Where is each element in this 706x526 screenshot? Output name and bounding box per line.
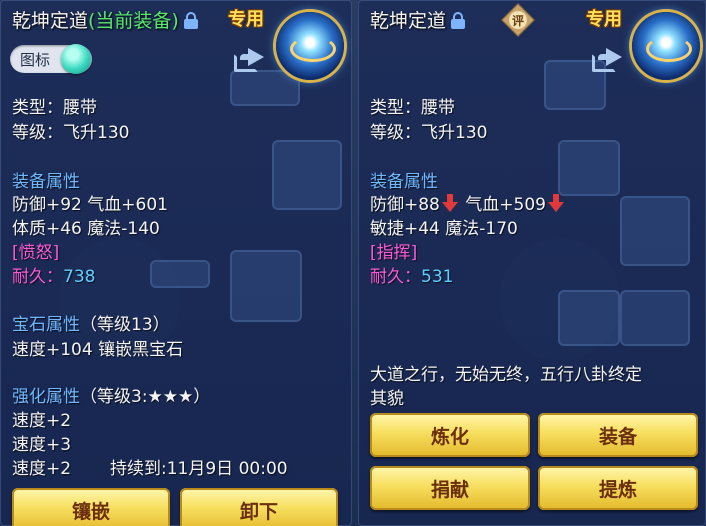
background-slot [150,260,210,288]
durability-label: 耐久： [370,267,421,287]
equip-attr-line: 防御+88 气血+509 [370,190,566,215]
durability-label: 耐久： [12,267,63,287]
icon-toggle[interactable]: 图标 [10,44,92,74]
equip-button[interactable]: 装备 [538,413,698,457]
background-slot [558,290,620,346]
attr-defense: 防御+88 [370,195,440,215]
equip-attr-header: 装备属性 [370,172,438,192]
current-equipment-tooltip: 乾坤定道 (当前装备) 专用 图标 类型：腰带 等级：飞升130 装备属性 防御… [0,0,352,526]
donate-button[interactable]: 捐献 [370,466,530,510]
attr-hp: 气血+509 [465,195,546,215]
belt-item-icon [632,12,700,80]
gem-attr-header: 宝石属性（等级13） [12,310,170,335]
exclusive-badge: 专用 [228,9,264,30]
inlay-button[interactable]: 镶嵌 [12,488,170,526]
item-type: 类型：腰带 [370,98,455,118]
gem-attr-line: 速度+104 镶嵌黑宝石 [12,340,184,360]
enhance-line: 速度+3 [12,435,72,455]
background-slot [620,290,690,346]
background-slot [620,196,690,266]
durability: 耐久：738 [12,262,95,287]
description-line: 其貌 [370,389,404,409]
refine-button[interactable]: 炼化 [370,413,530,457]
enhance-line: 速度+2 [12,411,72,431]
item-name: 乾坤定道 [370,10,447,32]
lock-icon[interactable] [450,11,466,29]
item-type: 类型：腰带 [12,98,97,118]
share-icon[interactable] [592,46,622,72]
rate-icon[interactable]: 评 [501,3,535,37]
enhance-duration: 持续到:11月9日 00:00 [110,459,288,479]
enhance-header: 强化属性 [12,387,80,407]
durability: 耐久：531 [370,262,453,287]
equip-attr-line: 防御+92 气血+601 [12,195,168,215]
item-name: 乾坤定道 [12,10,89,32]
durability-value: 531 [421,267,454,287]
background-slot [230,70,300,106]
background-slot [272,140,342,210]
extract-button[interactable]: 提炼 [538,466,698,510]
lock-icon[interactable] [183,11,199,29]
unequip-button[interactable]: 卸下 [180,488,338,526]
enhance-attr-header: 强化属性（等级3:★★★） [12,382,210,407]
down-arrow-icon [441,194,458,212]
special-effect: [指挥] [370,243,418,263]
item-level: 等级：飞升130 [12,123,130,143]
gem-level: （等级13） [80,315,170,335]
gem-header: 宝石属性 [12,315,80,335]
equipped-status: (当前装备) [88,10,179,32]
description-line: 大道之行，无始无终，五行八卦终定 [370,365,642,385]
enhance-level: （等级3:★★★） [80,387,211,407]
equip-attr-line: 体质+46 魔法-140 [12,219,160,239]
special-effect: [愤怒] [12,243,60,263]
down-arrow-icon [548,194,564,212]
equip-attr-line: 敏捷+44 魔法-170 [370,219,518,239]
durability-value: 738 [63,267,96,287]
belt-item-icon [276,12,344,80]
icon-toggle-label: 图标 [20,51,51,69]
item-title: 乾坤定道 (当前装备) [12,6,199,33]
equip-attr-header: 装备属性 [12,172,80,192]
background-slot [230,250,302,322]
rate-label: 评 [511,13,524,28]
toggle-knob [61,44,91,74]
item-level: 等级：飞升130 [370,123,488,143]
exclusive-badge: 专用 [586,9,622,30]
enhance-line: 速度+2 [12,459,72,479]
background-slot [558,140,620,196]
share-icon[interactable] [234,46,264,72]
compare-equipment-tooltip: 乾坤定道 评 专用 类型：腰带 等级：飞升130 装备属性 防御+88 气血+5… [358,0,706,526]
item-title: 乾坤定道 [370,6,466,33]
